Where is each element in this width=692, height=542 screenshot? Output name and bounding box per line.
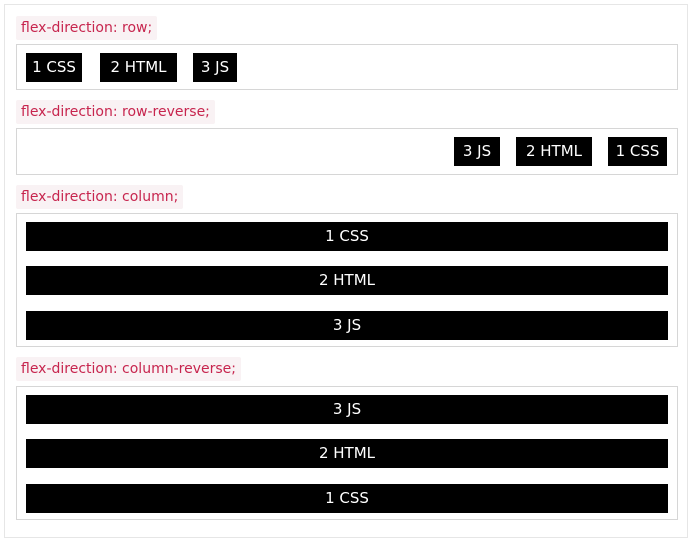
flex-item: 3 JS: [26, 395, 668, 424]
section-label-row: flex-direction: row;: [16, 16, 158, 40]
flex-container-column: 1 CSS 2 HTML 3 JS: [16, 213, 678, 347]
section-label-column-reverse: flex-direction: column-reverse;: [16, 357, 241, 381]
flex-container-row: 1 CSS 2 HTML 3 JS: [16, 44, 678, 90]
flex-item: 2 HTML: [26, 439, 668, 468]
flex-item: 1 CSS: [608, 137, 667, 166]
flex-item: 2 HTML: [26, 266, 668, 295]
flex-item: 1 CSS: [26, 484, 668, 513]
flex-item: 3 JS: [193, 53, 237, 82]
flex-item: 3 JS: [26, 311, 668, 340]
section-label-column: flex-direction: column;: [16, 185, 184, 209]
flex-container-column-reverse: 3 JS 2 HTML 1 CSS: [16, 386, 678, 520]
flex-container-row-reverse: 3 JS 2 HTML 1 CSS: [16, 128, 678, 175]
flex-item: 1 CSS: [26, 53, 82, 82]
flex-item: 2 HTML: [100, 53, 177, 82]
flex-item: 2 HTML: [516, 137, 592, 166]
flex-item: 1 CSS: [26, 222, 668, 251]
flex-item: 3 JS: [454, 137, 500, 166]
demo-page: flex-direction: row; 1 CSS 2 HTML 3 JS f…: [4, 4, 688, 538]
section-label-row-reverse: flex-direction: row-reverse;: [16, 100, 215, 124]
